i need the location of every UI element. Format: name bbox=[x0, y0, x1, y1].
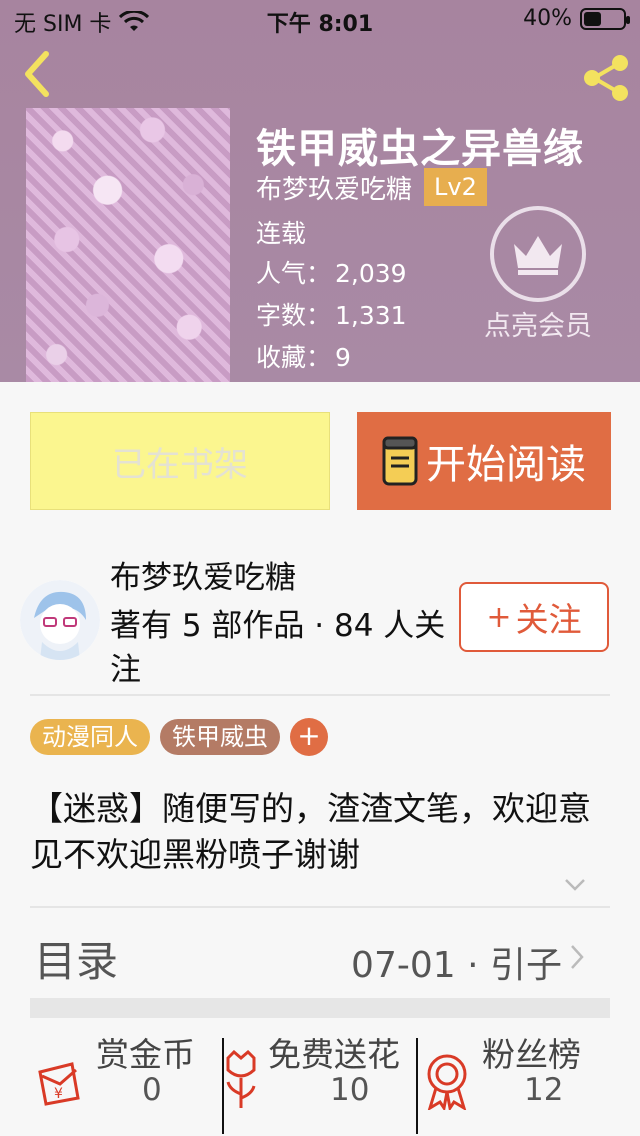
share-icon[interactable] bbox=[580, 52, 632, 104]
red-envelope-icon: ¥ bbox=[38, 1062, 80, 1106]
author-avatar[interactable] bbox=[20, 580, 100, 660]
follow-label: 关注 bbox=[515, 600, 582, 639]
flower-icon bbox=[226, 1050, 256, 1108]
divider bbox=[30, 694, 610, 696]
popularity-value: 2,039 bbox=[335, 259, 407, 288]
medal-icon bbox=[427, 1054, 467, 1110]
book-detail-content: 已在书架 开始阅读 布梦玖爱吃糖 著有 5 部作品 · 84 人关注 + 关注 … bbox=[0, 382, 640, 1136]
follow-button[interactable]: + 关注 bbox=[459, 582, 609, 652]
book-icon bbox=[382, 436, 418, 486]
fans-label: 粉丝榜 bbox=[482, 1035, 581, 1074]
book-author[interactable]: 布梦玖爱吃糖 bbox=[256, 169, 412, 206]
author-name[interactable]: 布梦玖爱吃糖 bbox=[110, 552, 296, 597]
words-label: 字数： bbox=[256, 301, 332, 330]
section-separator bbox=[30, 998, 610, 1018]
svg-text:¥: ¥ bbox=[54, 1086, 63, 1102]
words-stat: 字数： 1,331 bbox=[256, 296, 407, 332]
book-title: 铁甲威虫之异兽缘 bbox=[256, 126, 584, 172]
toc-label: 目录 bbox=[34, 937, 119, 986]
book-header: 无 SIM 卡 下午 8:01 40% 铁甲威虫之异兽缘 布梦玖爱吃糖 Lv2 … bbox=[0, 0, 640, 382]
tag-list: 动漫同人 铁甲威虫 + bbox=[30, 718, 328, 756]
in-bookshelf-button[interactable]: 已在书架 bbox=[30, 412, 330, 510]
author-works-info: 著有 5 部作品 · 84 人关注 bbox=[110, 608, 446, 688]
popularity-stat: 人气： 2,039 bbox=[256, 254, 407, 290]
reward-value: 0 bbox=[142, 1072, 162, 1108]
start-reading-label: 开始阅读 bbox=[426, 442, 586, 488]
divider bbox=[416, 1038, 418, 1134]
words-value: 1,331 bbox=[335, 301, 407, 330]
bottom-stats-bar: ¥ 赏金币 0 免费送花 10 粉丝榜 12 bbox=[0, 1018, 640, 1136]
fan-ranking-button[interactable]: 粉丝榜 12 bbox=[420, 1035, 620, 1122]
popularity-label: 人气： bbox=[256, 259, 332, 288]
reward-coins-button[interactable]: ¥ 赏金币 0 bbox=[30, 1035, 220, 1122]
vip-label: 点亮会员 bbox=[484, 311, 592, 342]
flower-value: 10 bbox=[330, 1072, 370, 1108]
chevron-right-icon bbox=[571, 945, 584, 969]
crown-icon bbox=[490, 206, 586, 302]
start-reading-button[interactable]: 开始阅读 bbox=[357, 412, 611, 510]
battery-icon bbox=[580, 7, 630, 30]
divider bbox=[30, 906, 610, 908]
favorites-stat: 收藏： 9 bbox=[256, 338, 351, 374]
back-icon[interactable] bbox=[18, 48, 58, 100]
free-flower-button[interactable]: 免费送花 10 bbox=[224, 1035, 416, 1122]
chevron-down-icon[interactable] bbox=[564, 878, 586, 892]
reward-label: 赏金币 bbox=[96, 1035, 195, 1074]
book-cover[interactable] bbox=[26, 108, 230, 382]
flower-label: 免费送花 bbox=[268, 1035, 400, 1074]
favorites-value: 9 bbox=[335, 343, 351, 372]
add-tag-button[interactable]: + bbox=[290, 718, 328, 756]
book-intro: 【迷惑】随便写的，渣渣文笔，欢迎意见不欢迎黑粉喷子谢谢 bbox=[30, 789, 591, 874]
battery-fill bbox=[584, 11, 601, 26]
table-of-contents-row[interactable]: 目录 07-01 · 引子 bbox=[30, 910, 610, 998]
serial-status: 连载 bbox=[256, 219, 307, 248]
vip-button[interactable]: 点亮会员 bbox=[476, 206, 600, 343]
status-bar: 无 SIM 卡 下午 8:01 40% bbox=[0, 0, 640, 40]
tag-item[interactable]: 动漫同人 bbox=[30, 719, 150, 755]
fans-value: 12 bbox=[524, 1072, 564, 1108]
level-badge: Lv2 bbox=[424, 168, 487, 206]
plus-icon: + bbox=[486, 599, 512, 635]
battery-percent: 40% bbox=[523, 6, 572, 31]
latest-chapter: 07-01 · 引子 bbox=[351, 945, 562, 986]
favorites-label: 收藏： bbox=[256, 343, 332, 372]
tag-item[interactable]: 铁甲威虫 bbox=[160, 719, 280, 755]
